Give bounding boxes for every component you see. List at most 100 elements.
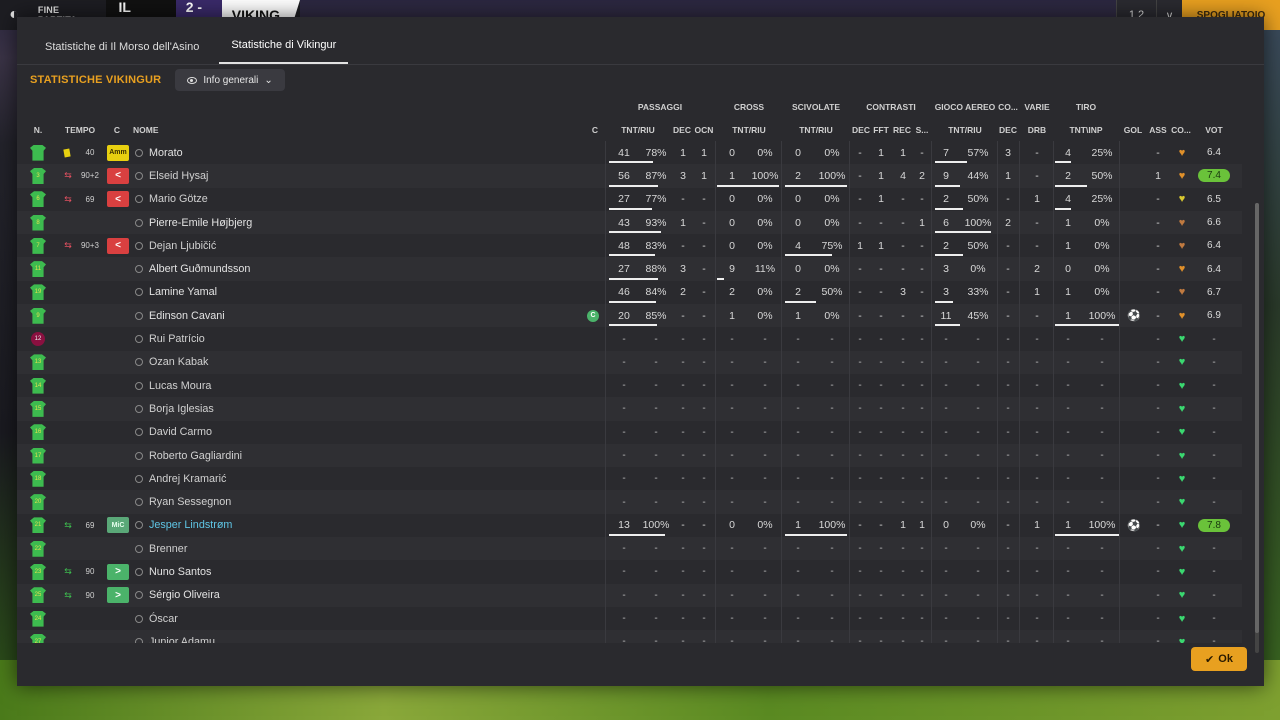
table-row[interactable]: 7 ⇆ 90+3 < Dejan Ljubičić 48 83% - -0 0% 4 75% 1 1- -2… <box>17 234 1242 258</box>
table-row[interactable]: 17 Roberto Gagliardini - - - - - - - - - - - - - - - - - - -… <box>17 443 1242 468</box>
player-name-cell[interactable]: Borja Iglesias <box>135 397 435 420</box>
stat-aereo-p: 33% <box>967 286 989 299</box>
change-badge[interactable]: > <box>106 584 130 607</box>
player-name-cell[interactable]: Edinson Cavani <box>135 304 435 327</box>
table-row[interactable]: 14 Lucas Moura - - - - - - - - - - - - - - - - - - - ♥ - <box>17 373 1242 398</box>
col-c2[interactable]: C <box>587 118 603 141</box>
table-scrollbar[interactable] <box>1255 203 1259 653</box>
table-row[interactable]: 19 Lamine Yamal 46 84% 2-2 0% 2 50% - -3-3 33% -1 1 0… <box>17 280 1242 305</box>
player-name-cell[interactable]: Elseid Hysaj <box>135 164 435 187</box>
col-varie-drb[interactable]: DRB <box>1021 118 1053 141</box>
table-row[interactable]: 16 David Carmo - - - - - - - - - - - - - - - - - - - ♥ - <box>17 420 1242 444</box>
table-row[interactable]: 18 Andrej Kramarić - - - - - - - - - - - - - - - - - - - ♥ - <box>17 467 1242 491</box>
table-row[interactable]: 40 Amm Morato 41 78% 1 1 0 0% 0 0% -1 1-7 57% 3-4 25% - ♥… <box>17 141 1242 165</box>
player-name-cell[interactable]: Roberto Gagliardini <box>135 444 435 467</box>
column-separator <box>849 560 850 584</box>
col-tiro-tnt[interactable]: TNT\INP <box>1053 118 1119 141</box>
stat-cross-p: - <box>763 333 767 345</box>
player-name-cell[interactable]: Brenner <box>135 537 435 560</box>
player-name-cell[interactable]: Junior Adamu <box>135 630 435 643</box>
table-row[interactable]: 20 Ryan Sessegnon - - - - - - - - - - - - - - - - - - - ♥ - <box>17 490 1242 514</box>
col-ass[interactable]: ASS <box>1147 118 1169 141</box>
col-co2[interactable]: CO... <box>1169 118 1193 141</box>
table-row[interactable]: 22 Brenner - - - - - - - - - - - - - - - - - - - ♥ - <box>17 537 1242 561</box>
player-name: Junior Adamu <box>149 635 216 643</box>
player-name-cell[interactable]: Sérgio Oliveira <box>135 584 435 607</box>
player-name-cell[interactable]: Lucas Moura <box>135 374 435 397</box>
stat-aereo-t: - <box>944 543 948 555</box>
col-vot[interactable]: VOT <box>1197 118 1231 141</box>
stat-cross-p: 0% <box>757 146 773 159</box>
player-name-cell[interactable]: Dejan Ljubičić <box>135 234 435 257</box>
player-name-cell[interactable]: Albert Guðmundsson <box>135 257 435 280</box>
table-row[interactable]: 13 Ozan Kabak - - - - - - - - - - - - - - - - - - - ♥ - <box>17 350 1242 374</box>
player-name-cell[interactable]: Lamine Yamal <box>135 281 435 304</box>
table-row[interactable]: 11 Albert Guðmundsson 27 88% 3-9 11% 0 0% - - - -3 0… <box>17 257 1242 281</box>
table-row[interactable]: 3 ⇆ 90+2 < Elseid Hysaj 56 87% 3 1 1 100% 2 100% -1 4 2… <box>17 164 1242 188</box>
scrollbar-thumb[interactable] <box>1255 203 1259 633</box>
col-con-rec[interactable]: REC <box>891 118 913 141</box>
table-row[interactable]: 15 Borja Iglesias - - - - - - - - - - - - - - - - - - - ♥ - <box>17 397 1242 421</box>
player-name-cell[interactable]: Ozan Kabak <box>135 351 435 374</box>
player-name-cell[interactable]: David Carmo <box>135 421 435 444</box>
tab-home-stats[interactable]: Statistiche di Il Morso dell'Asino <box>33 16 211 64</box>
player-rating: 6.9 <box>1207 310 1221 322</box>
change-badge[interactable]: Amm <box>106 141 130 164</box>
table-row[interactable]: 24 Óscar - - - - - - - - - - - - - - - - - - - ♥ - <box>17 606 1242 631</box>
col-c[interactable]: C <box>107 118 127 141</box>
stat-aereo-p: - <box>976 403 980 415</box>
change-badge[interactable]: < <box>106 164 130 187</box>
col-con-fft[interactable]: FFT <box>871 118 891 141</box>
col-sciv-tnt[interactable]: TNT/RIU <box>783 118 849 141</box>
sub-in-icon: ⇆ <box>64 519 72 530</box>
col-pass-dec[interactable]: DEC <box>671 118 693 141</box>
column-separator <box>605 187 606 211</box>
player-name-cell[interactable]: Pierre-Emile Højbjerg <box>135 211 435 234</box>
view-dropdown[interactable]: Info generali ⌄ <box>175 69 285 91</box>
player-name-cell[interactable]: Mario Götze <box>135 188 435 211</box>
table-row[interactable]: 6 ⇆ 69 < Mario Götze 27 77% - -0 0% 0 0% -1- -2 50% -1 4… <box>17 187 1242 211</box>
player-name-cell[interactable]: Andrej Kramarić <box>135 467 435 490</box>
table-row[interactable]: 27 Junior Adamu - - - - - - - - - - - - - - - - - - - ♥ - <box>17 630 1242 643</box>
stat-aereo-p: 50% <box>967 239 989 252</box>
col-co-dec[interactable]: DEC <box>997 118 1019 141</box>
ok-button[interactable]: ✔ Ok <box>1191 647 1247 671</box>
player-name-cell[interactable]: Óscar <box>135 607 435 630</box>
tab-away-stats[interactable]: Statistiche di Vikingur <box>219 16 349 64</box>
player-name-cell[interactable]: Jesper Lindstrøm <box>135 514 435 537</box>
change-badge[interactable]: > <box>106 560 130 583</box>
table-row[interactable]: 9 Edinson Cavani C 20 85% - -1 0% 1 0% - - - -11 45% - -… <box>17 304 1242 328</box>
table-row[interactable]: 8 Pierre-Emile Højbjerg 43 93% 1-0 0% 0 0% - - -1 6… <box>17 210 1242 235</box>
stat-con-rec: - <box>901 426 905 438</box>
stat-con-fft: - <box>879 636 883 643</box>
col-con-s[interactable]: S... <box>913 118 931 141</box>
table-row[interactable]: 12 Rui Patrício - - - - - - - - - - - - - - - - - - - ♥ - <box>17 327 1242 351</box>
player-name-cell[interactable]: Nuno Santos <box>135 560 435 583</box>
person-icon <box>135 591 143 600</box>
change-badge[interactable]: MiC <box>106 514 130 537</box>
col-con-dec[interactable]: DEC <box>851 118 871 141</box>
column-separator <box>1019 513 1020 538</box>
column-separator <box>1119 420 1120 444</box>
table-row[interactable]: 23 ⇆ 90 > Nuno Santos - - - - - - - - - - - - - - - - - - - ♥ - <box>17 560 1242 584</box>
change-badge[interactable]: < <box>106 234 130 257</box>
sciv-bar <box>785 301 816 304</box>
stat-aereo-p: - <box>976 333 980 345</box>
change-badge[interactable]: < <box>106 188 130 211</box>
col-tempo[interactable]: TEMPO <box>63 118 97 141</box>
column-separator <box>849 443 850 468</box>
column-separator <box>715 141 716 165</box>
table-row[interactable]: 21 ⇆ 69 MiC Jesper Lindstrøm 13 100% - -0 0% 1 100%… <box>17 513 1242 538</box>
player-name-cell[interactable]: Ryan Sessegnon <box>135 490 435 513</box>
col-cross-tnt[interactable]: TNT/RIU <box>717 118 781 141</box>
player-name-cell[interactable]: Morato <box>135 141 435 164</box>
col-gol[interactable]: GOL <box>1121 118 1145 141</box>
col-n[interactable]: N. <box>27 118 49 141</box>
player-name-cell[interactable]: Rui Patrício <box>135 327 435 350</box>
player-minute <box>77 444 103 467</box>
col-pass-ocn[interactable]: OCN <box>693 118 715 141</box>
col-aereo-tnt[interactable]: TNT/RIU <box>933 118 997 141</box>
table-row[interactable]: 25 ⇆ 90 > Sérgio Oliveira - - - - - - - - - - - - - - - - - - -… <box>17 583 1242 607</box>
col-nome[interactable]: NOME <box>133 118 193 141</box>
col-pass-tnt[interactable]: TNT/RIU <box>607 118 669 141</box>
